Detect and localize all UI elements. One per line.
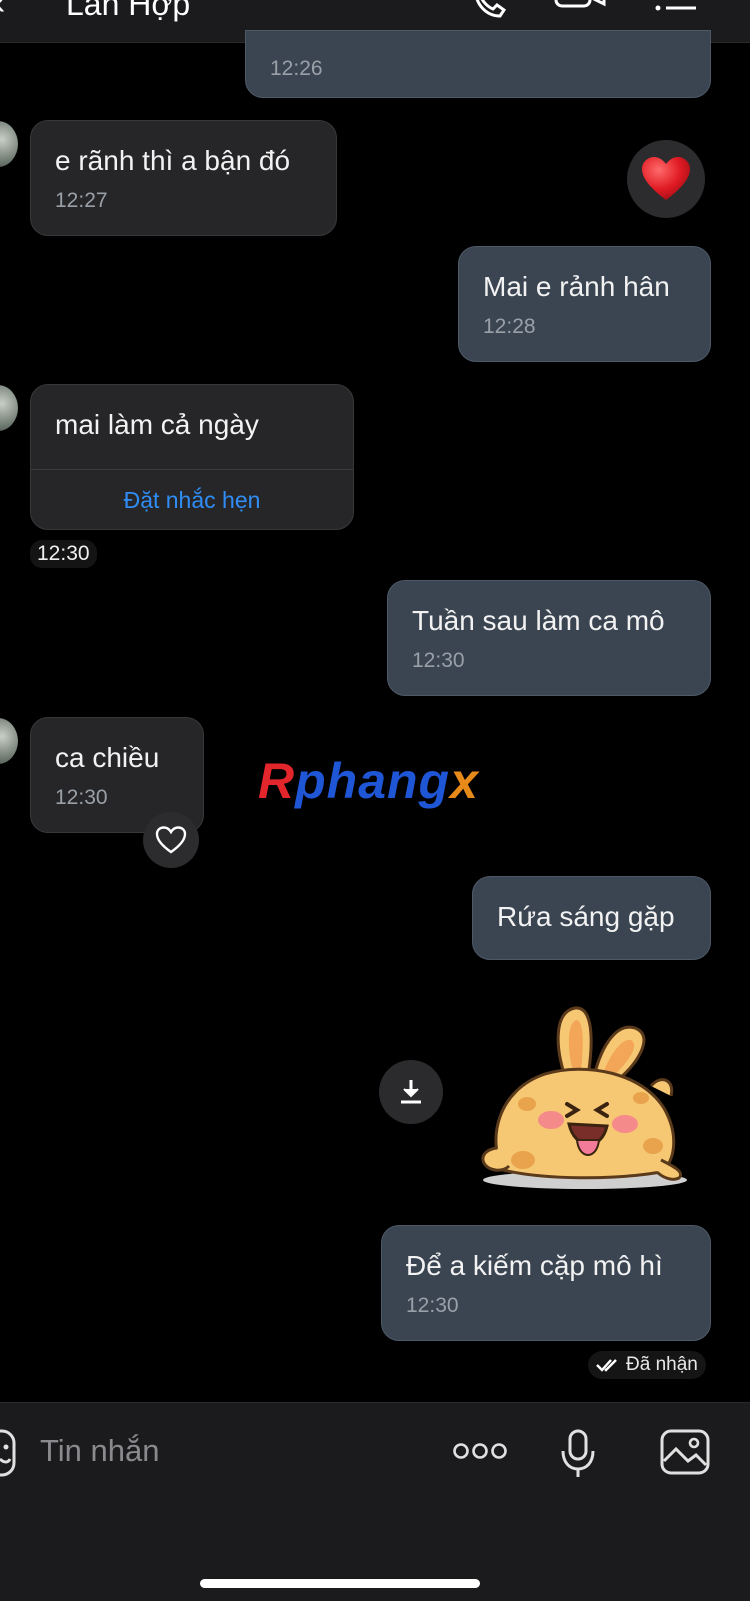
- message-text: Mai e rảnh hân: [483, 271, 670, 302]
- incoming-message[interactable]: mai làm cả ngày Đặt nhắc hẹn: [30, 384, 354, 530]
- chevron-left-icon[interactable]: ‹: [0, 0, 5, 23]
- outgoing-message[interactable]: Tuần sau làm ca mô 12:30: [387, 580, 711, 696]
- yellow-bunny-sticker[interactable]: [475, 1000, 695, 1195]
- message-input[interactable]: Tin nhắn: [40, 1433, 160, 1469]
- status-text: Đã nhận: [626, 1354, 698, 1375]
- watermark-letter: x: [450, 753, 479, 809]
- avatar[interactable]: [0, 718, 18, 764]
- message-time: 12:30: [412, 649, 465, 672]
- more-dots-icon[interactable]: [452, 1441, 508, 1461]
- message-text: mai làm cả ngày: [55, 409, 259, 440]
- image-icon[interactable]: [660, 1429, 710, 1475]
- watermark-logo: Rphangx: [258, 752, 479, 810]
- message-time: 12:30: [55, 786, 108, 809]
- double-check-icon: [596, 1359, 617, 1372]
- divider: [31, 469, 353, 470]
- avatar[interactable]: [0, 385, 18, 431]
- message-time: 12:26: [270, 57, 323, 80]
- outgoing-message[interactable]: Để a kiếm cặp mô hì 12:30: [381, 1225, 711, 1341]
- download-icon: [401, 1080, 421, 1104]
- phone-icon[interactable]: [470, 0, 510, 20]
- list-icon[interactable]: [654, 0, 698, 16]
- react-heart-button[interactable]: [143, 812, 199, 868]
- message-text: Rứa sáng gặp: [497, 901, 675, 932]
- red-heart-icon: [642, 157, 690, 200]
- message-composer: Tin nhắn: [0, 1402, 750, 1601]
- outgoing-message[interactable]: 12:26: [245, 30, 711, 98]
- video-camera-icon[interactable]: [554, 0, 608, 20]
- heart-reaction[interactable]: [627, 140, 705, 218]
- message-text: Để a kiếm cặp mô hì: [406, 1250, 663, 1281]
- message-time: 12:30: [30, 540, 97, 568]
- download-button[interactable]: [379, 1060, 443, 1124]
- message-time: 12:28: [483, 315, 536, 338]
- message-time: 12:30: [406, 1294, 459, 1317]
- incoming-message[interactable]: e rãnh thì a bận đó 12:27: [30, 120, 337, 236]
- outgoing-message[interactable]: Rứa sáng gặp: [472, 876, 711, 960]
- delivery-status: Đã nhận: [588, 1351, 706, 1379]
- message-text: Tuần sau làm ca mô: [412, 605, 665, 636]
- set-reminder-link[interactable]: Đặt nhắc hẹn: [31, 487, 353, 514]
- watermark-letter: R: [258, 753, 296, 809]
- emoji-icon[interactable]: [0, 1429, 18, 1477]
- avatar[interactable]: [0, 121, 18, 167]
- microphone-icon[interactable]: [560, 1429, 596, 1479]
- message-time: 12:27: [55, 189, 108, 212]
- contact-name[interactable]: Lan Hợp: [66, 0, 190, 23]
- outgoing-message[interactable]: Mai e rảnh hân 12:28: [458, 246, 711, 362]
- home-indicator[interactable]: [200, 1579, 480, 1588]
- message-text: e rãnh thì a bận đó: [55, 145, 291, 176]
- watermark-word: phang: [295, 753, 451, 809]
- message-text: ca chiều: [55, 742, 160, 773]
- heart-outline-icon: [155, 826, 187, 854]
